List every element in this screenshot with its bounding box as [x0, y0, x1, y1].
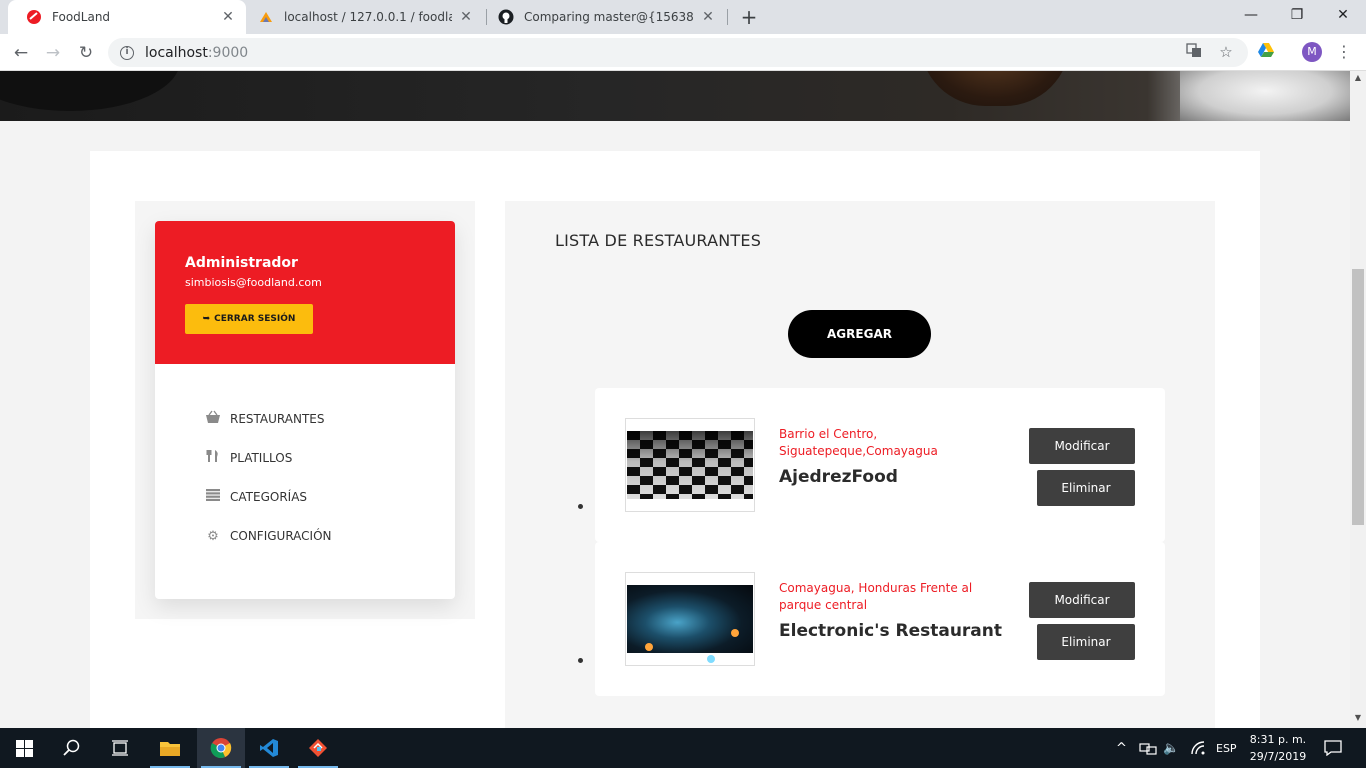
- chrome-icon[interactable]: [197, 728, 245, 768]
- close-tab-icon[interactable]: ✕: [220, 9, 236, 25]
- list-icon: [205, 489, 221, 505]
- restaurant-thumbnail: [625, 418, 755, 512]
- system-clock[interactable]: 8:31 p. m. 29/7/2019: [1238, 731, 1318, 765]
- foodland-favicon-icon: [26, 9, 42, 25]
- profile-header: Administrador simbiosis@foodland.com ➥ C…: [155, 221, 455, 364]
- browser-tab-strip: FoodLand ✕ localhost / 127.0.0.1 / foodl…: [0, 0, 1366, 34]
- restaurant-name: AjedrezFood: [779, 467, 898, 487]
- tab-separator: [727, 9, 728, 25]
- modify-button[interactable]: Modificar: [1029, 428, 1135, 464]
- vscode-icon[interactable]: [245, 728, 293, 768]
- scrollbar-thumb[interactable]: [1352, 269, 1364, 525]
- sidebar-card: Administrador simbiosis@foodland.com ➥ C…: [155, 221, 455, 599]
- utensils-icon: [205, 449, 221, 467]
- forward-arrow-icon[interactable]: →: [40, 40, 66, 66]
- tab-github[interactable]: Comparing master@{156384903 ✕: [480, 0, 726, 34]
- hero-banner-image: [0, 71, 1350, 121]
- restaurant-address: Barrio el Centro, Siguatepeque,Comayagua: [779, 427, 938, 458]
- gear-icon: ⚙: [207, 528, 219, 544]
- user-role: Administrador: [185, 255, 298, 271]
- sidebar-item-platillos[interactable]: PLATILLOS: [205, 448, 405, 468]
- url-host: localhost: [145, 44, 208, 61]
- user-email: simbiosis@foodland.com: [185, 276, 322, 289]
- google-drive-icon[interactable]: [1256, 42, 1276, 62]
- sidebar-item-label: CONFIGURACIÓN: [230, 529, 332, 543]
- page-scrollbar[interactable]: ▲ ▼: [1350, 71, 1366, 728]
- delete-button[interactable]: Eliminar: [1037, 624, 1135, 660]
- modify-button[interactable]: Modificar: [1029, 582, 1135, 618]
- minimize-button[interactable]: —: [1228, 0, 1274, 30]
- list-bullet: [578, 504, 583, 509]
- sidebar-item-label: CATEGORÍAS: [230, 490, 308, 504]
- windows-taskbar: ^ 🔈 ESP 8:31 p. m. 29/7/2019: [0, 728, 1366, 768]
- basket-icon: [205, 410, 221, 428]
- search-icon[interactable]: [48, 728, 96, 768]
- hero-pan-shape: [0, 71, 180, 111]
- translate-icon[interactable]: [1184, 42, 1204, 62]
- browser-menu-icon[interactable]: ⋮: [1334, 42, 1354, 62]
- close-window-button[interactable]: ✕: [1320, 0, 1366, 30]
- sidebar-item-label: RESTAURANTES: [230, 412, 325, 426]
- clock-time: 8:31 p. m.: [1249, 733, 1307, 746]
- tab-title: FoodLand: [52, 10, 111, 24]
- git-kraken-icon[interactable]: [294, 728, 342, 768]
- site-info-icon[interactable]: i: [120, 45, 134, 60]
- hero-plate-shape: [1180, 71, 1350, 121]
- profile-avatar[interactable]: M: [1302, 42, 1322, 62]
- language-indicator[interactable]: ESP: [1216, 728, 1237, 768]
- maximize-button[interactable]: ❐: [1274, 0, 1320, 30]
- clock-date: 29/7/2019: [1249, 750, 1307, 763]
- file-explorer-icon[interactable]: [146, 728, 194, 768]
- browser-toolbar: ← → ↻ i localhost:9000 ☆ ⋮: [0, 34, 1366, 71]
- tab-title: localhost / 127.0.0.1 / foodland |: [284, 10, 452, 24]
- back-arrow-icon[interactable]: ←: [8, 40, 34, 66]
- add-restaurant-button[interactable]: AGREGAR: [788, 310, 931, 358]
- restaurant-card: Comayagua, Honduras Frente al parque cen…: [595, 542, 1165, 696]
- scroll-down-arrow-icon[interactable]: ▼: [1350, 713, 1366, 722]
- close-tab-icon[interactable]: ✕: [458, 9, 474, 25]
- chess-image: [627, 431, 753, 499]
- restaurant-name: Electronic's Restaurant: [779, 621, 1003, 641]
- restaurant-thumbnail: [625, 572, 755, 666]
- circuit-image: [627, 585, 753, 653]
- task-view-icon[interactable]: [96, 728, 144, 768]
- phpmyadmin-favicon-icon: [258, 9, 274, 25]
- volume-icon[interactable]: 🔈: [1163, 728, 1179, 768]
- sign-out-icon: ➥: [202, 314, 211, 324]
- sidebar-item-label: PLATILLOS: [230, 451, 293, 465]
- logout-button[interactable]: ➥ CERRAR SESIÓN: [185, 304, 313, 334]
- wifi-icon[interactable]: [1190, 728, 1206, 768]
- delete-button[interactable]: Eliminar: [1037, 470, 1135, 506]
- url-port: :9000: [207, 44, 249, 61]
- network-icon[interactable]: [1139, 728, 1157, 768]
- logout-label: CERRAR SESIÓN: [214, 314, 296, 324]
- close-tab-icon[interactable]: ✕: [700, 9, 716, 25]
- tab-phpmyadmin[interactable]: localhost / 127.0.0.1 / foodland | ✕: [240, 0, 484, 34]
- tab-title: Comparing master@{156384903: [524, 10, 694, 24]
- address-bar[interactable]: i localhost:9000: [108, 38, 1248, 67]
- github-favicon-icon: [498, 9, 514, 25]
- bookmark-star-icon[interactable]: ☆: [1216, 42, 1236, 62]
- hero-bowl-shape: [920, 71, 1070, 106]
- windows-start-icon[interactable]: [0, 728, 48, 768]
- tray-chevron-icon[interactable]: ^: [1116, 728, 1127, 768]
- notifications-icon[interactable]: [1324, 728, 1342, 768]
- restaurant-card: Barrio el Centro, Siguatepeque,Comayagua…: [595, 388, 1165, 542]
- tab-foodland[interactable]: FoodLand ✕: [8, 0, 246, 34]
- restaurant-address: Comayagua, Honduras Frente al parque cen…: [779, 581, 973, 612]
- sidebar-item-categorias[interactable]: CATEGORÍAS: [205, 487, 405, 507]
- scroll-up-arrow-icon[interactable]: ▲: [1350, 73, 1366, 82]
- sidebar-item-restaurantes[interactable]: RESTAURANTES: [205, 409, 405, 429]
- reload-icon[interactable]: ↻: [73, 40, 99, 66]
- sidebar-item-configuracion[interactable]: ⚙ CONFIGURACIÓN: [205, 526, 405, 546]
- new-tab-button[interactable]: +: [738, 6, 760, 28]
- list-bullet: [578, 658, 583, 663]
- page-title: LISTA DE RESTAURANTES: [555, 231, 762, 250]
